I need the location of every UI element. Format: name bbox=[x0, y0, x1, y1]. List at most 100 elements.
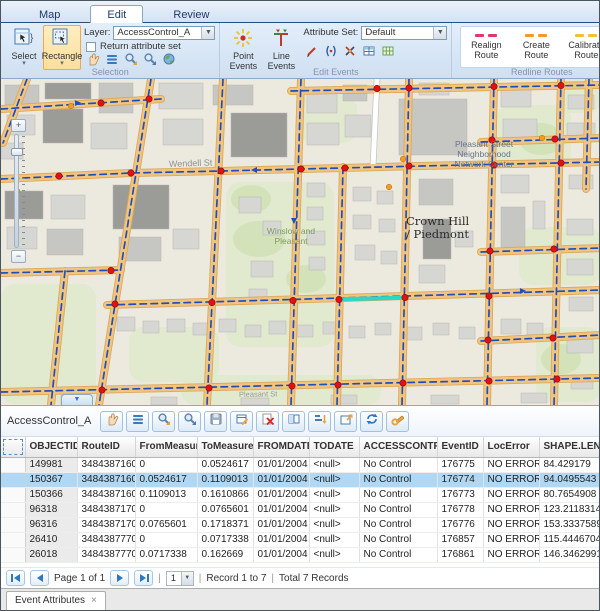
zoom-slider-track[interactable] bbox=[11, 132, 26, 250]
column-header[interactable]: LocError bbox=[483, 437, 539, 457]
node-edit-button[interactable] bbox=[322, 46, 339, 62]
row-selector[interactable] bbox=[1, 487, 25, 502]
table-cell: 0.0524617 bbox=[197, 457, 253, 472]
popout-button[interactable] bbox=[334, 411, 357, 432]
layer-combobox[interactable]: AccessControl_A ▼ bbox=[113, 26, 215, 40]
table-cell: <null> bbox=[309, 517, 359, 532]
table-cell: 34843871700 bbox=[77, 502, 135, 517]
zoom-out-button[interactable]: − bbox=[11, 250, 26, 263]
green-grid-button[interactable] bbox=[379, 46, 396, 62]
zoom-in-button[interactable]: + bbox=[11, 119, 26, 132]
row-selector[interactable] bbox=[1, 547, 25, 562]
row-selector[interactable] bbox=[1, 532, 25, 547]
sort-button[interactable] bbox=[308, 411, 331, 432]
realign-route-button[interactable]: Realign Route bbox=[461, 27, 511, 67]
prev-page-button[interactable] bbox=[30, 570, 49, 586]
split-event-button[interactable] bbox=[341, 46, 358, 62]
table-row[interactable]: 1499813484387160000.052461701/01/2004<nu… bbox=[1, 457, 600, 472]
row-selector[interactable] bbox=[1, 457, 25, 472]
map-canvas[interactable]: Wendell St Pleasant Street Neighborhood … bbox=[1, 79, 599, 405]
table-cell: NO ERROR bbox=[483, 547, 539, 562]
map-zoom-slider: + − bbox=[11, 119, 26, 263]
table-cell: <null> bbox=[309, 532, 359, 547]
realign-route-icon bbox=[475, 34, 497, 37]
column-header[interactable]: ToMeasure bbox=[197, 437, 253, 457]
ribbon-tabstrip: Map Edit Review bbox=[1, 1, 599, 23]
table-row[interactable]: 96316348438717000.07656010.171837101/01/… bbox=[1, 517, 600, 532]
tab-review[interactable]: Review bbox=[157, 6, 225, 23]
table-cell: 0.1718371 bbox=[197, 517, 253, 532]
column-header[interactable]: FromMeasure bbox=[135, 437, 197, 457]
chevron-down-icon[interactable]: ▼ bbox=[181, 572, 193, 585]
node-edit-icon bbox=[324, 44, 338, 63]
table-row[interactable]: 26018348438777000.07173380.16266901/01/2… bbox=[1, 547, 600, 562]
table-row[interactable]: 150366348438716000.11090130.161086601/01… bbox=[1, 487, 600, 502]
hand-select-button[interactable] bbox=[100, 411, 123, 432]
next-page-button[interactable] bbox=[110, 570, 129, 586]
selection-group-label: Selection bbox=[1, 67, 219, 78]
show-list-icon bbox=[131, 412, 145, 431]
page-select[interactable]: 1 ▼ bbox=[166, 571, 194, 586]
attribute-set-combobox[interactable]: Default ▼ bbox=[361, 26, 447, 40]
edit-sketch-button[interactable] bbox=[303, 46, 320, 62]
column-header[interactable]: FROMDATE bbox=[253, 437, 309, 457]
column-header[interactable]: TODATE bbox=[309, 437, 359, 457]
map-label-bottom-street: Pleasant St bbox=[239, 389, 278, 399]
row-selector[interactable] bbox=[1, 472, 25, 487]
column-header[interactable]: SHAPE.LEN bbox=[539, 437, 600, 457]
table-row[interactable]: 963183484387170000.076560101/01/2004<nul… bbox=[1, 502, 600, 517]
columns-button[interactable] bbox=[282, 411, 305, 432]
table-cell: <null> bbox=[309, 502, 359, 517]
zoom-slider-handle[interactable] bbox=[11, 148, 23, 156]
refresh-button[interactable] bbox=[360, 411, 383, 432]
rectangle-select-button[interactable]: Rectangle ▾ bbox=[43, 25, 81, 70]
split-event-icon bbox=[343, 44, 357, 63]
column-header[interactable]: ACCESSCONTROL bbox=[359, 437, 437, 457]
calibrate-route-button[interactable]: Calibrate Route bbox=[561, 27, 600, 67]
mini-table-button[interactable] bbox=[360, 46, 377, 62]
column-header[interactable]: EventID bbox=[437, 437, 483, 457]
wrench-icon bbox=[391, 412, 405, 431]
select-all-header[interactable] bbox=[1, 437, 25, 457]
last-page-button[interactable] bbox=[134, 570, 153, 586]
tab-map[interactable]: Map bbox=[23, 6, 76, 23]
tab-edit[interactable]: Edit bbox=[90, 5, 143, 23]
column-header[interactable]: RouteID bbox=[77, 437, 135, 457]
column-header[interactable]: OBJECTID bbox=[25, 437, 77, 457]
save-button[interactable] bbox=[204, 411, 227, 432]
table-cell: 176775 bbox=[437, 457, 483, 472]
edit-attributes-button[interactable] bbox=[230, 411, 253, 432]
table-cell: <null> bbox=[309, 487, 359, 502]
table-cell: 0.1109013 bbox=[135, 487, 197, 502]
table-row[interactable]: 150367348438716000.05246170.110901301/01… bbox=[1, 472, 600, 487]
return-attribute-set-checkbox[interactable] bbox=[86, 42, 96, 52]
svg-text:/ Piedmont: / Piedmont bbox=[406, 227, 469, 241]
show-list-button[interactable] bbox=[126, 411, 149, 432]
pagination-bar: Page 1 of 1 | 1 ▼ | Record 1 to 7 | Tota… bbox=[1, 567, 599, 588]
clear-selection-button[interactable] bbox=[256, 411, 279, 432]
pan-to-selected-button[interactable] bbox=[178, 411, 201, 432]
first-page-button[interactable] bbox=[6, 570, 25, 586]
create-route-button[interactable]: Create Route bbox=[511, 27, 561, 67]
event-attributes-tab[interactable]: Event Attributes × bbox=[6, 591, 106, 610]
table-cell: 34843871600 bbox=[77, 457, 135, 472]
row-selector[interactable] bbox=[1, 502, 25, 517]
table-cell: 176861 bbox=[437, 547, 483, 562]
panel-collapse-tab[interactable]: ▼ bbox=[61, 394, 93, 405]
chevron-down-icon[interactable]: ▼ bbox=[433, 27, 446, 39]
zoom-to-selected-button[interactable] bbox=[152, 411, 175, 432]
table-cell: 01/01/2004 bbox=[253, 517, 309, 532]
close-tab-icon[interactable]: × bbox=[91, 597, 97, 605]
create-route-icon bbox=[525, 34, 547, 37]
svg-text:Network Center: Network Center bbox=[454, 159, 513, 169]
wrench-button[interactable] bbox=[386, 411, 409, 432]
table-cell: NO ERROR bbox=[483, 532, 539, 547]
refresh-icon bbox=[365, 412, 379, 431]
chevron-down-icon[interactable]: ▼ bbox=[201, 27, 214, 39]
popout-icon bbox=[339, 412, 353, 431]
row-selector[interactable] bbox=[1, 517, 25, 532]
attribute-set-label: Attribute Set: bbox=[303, 27, 358, 38]
table-cell: 150366 bbox=[25, 487, 77, 502]
select-button[interactable]: } Select ▾ bbox=[5, 25, 43, 70]
table-row[interactable]: 264103484387770000.071733801/01/2004<nul… bbox=[1, 532, 600, 547]
